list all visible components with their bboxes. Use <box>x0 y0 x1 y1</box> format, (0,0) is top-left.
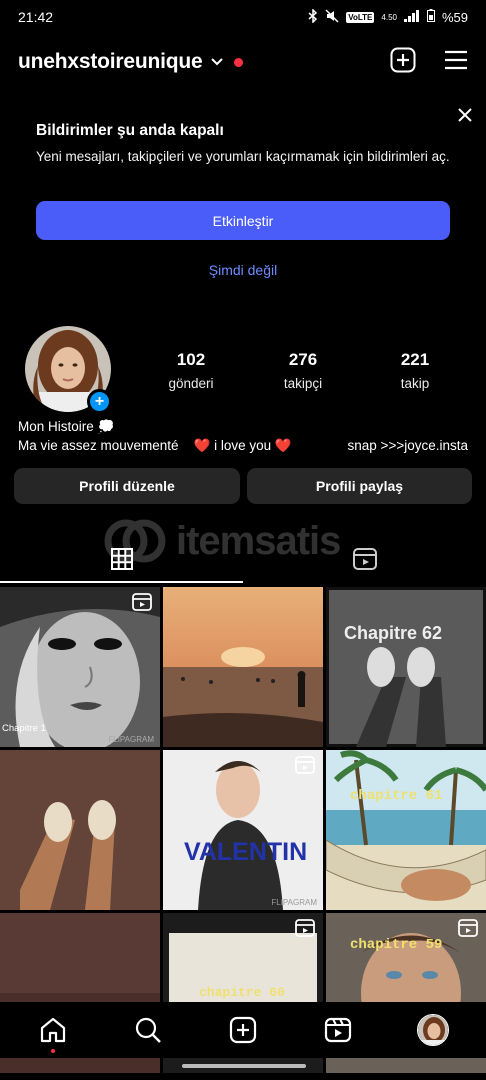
profile-avatar[interactable]: + <box>25 326 112 414</box>
post-caption: chapitre 59 <box>350 937 443 953</box>
posts-stat[interactable]: 102 gönderi <box>146 350 236 391</box>
post-caption: Chapitre 1 <box>2 723 46 734</box>
reel-icon <box>132 593 152 616</box>
nav-home[interactable] <box>33 1010 73 1053</box>
status-time: 21:42 <box>18 9 54 25</box>
grid-icon <box>110 548 133 570</box>
header-actions <box>390 47 468 78</box>
nav-reels[interactable] <box>318 1010 358 1050</box>
chevron-down-icon[interactable] <box>210 55 224 69</box>
home-activity-dot <box>51 1049 56 1053</box>
followers-count: 276 <box>288 350 318 369</box>
create-icon <box>229 1016 257 1044</box>
create-post-icon[interactable] <box>390 47 416 78</box>
bio-snap: snap >>>joyce.insta <box>347 438 468 453</box>
grid-post[interactable]: Chapitre 62 <box>326 587 486 747</box>
avatar <box>416 1014 449 1046</box>
enable-notifications-button[interactable]: Etkinleştir <box>36 201 450 240</box>
post-caption: Chapitre 62 <box>344 623 443 643</box>
tab-posts-grid[interactable] <box>0 535 243 583</box>
posts-count: 102 <box>176 350 206 369</box>
add-story-plus-icon[interactable]: + <box>87 389 112 414</box>
profile-display-name: Mon Histoire 💭 <box>18 419 115 434</box>
not-now-link[interactable]: Şimdi değil <box>0 262 486 278</box>
username-switcher[interactable]: unehxstoireunique <box>18 50 203 74</box>
followers-stat[interactable]: 276 takipçi <box>258 350 348 391</box>
banner-body: Yeni mesajları, takipçileri ve yorumları… <box>36 149 450 164</box>
following-stat[interactable]: 221 takip <box>370 350 460 391</box>
share-profile-button[interactable]: Profili paylaş <box>247 468 472 504</box>
reel-icon <box>295 756 315 779</box>
volte-badge: VoLTE <box>346 11 375 23</box>
followers-label: takipçi <box>283 376 323 391</box>
grid-post[interactable] <box>163 587 323 747</box>
bio-text: Ma vie assez mouvementé ❤️ i love you ❤️ <box>18 438 292 453</box>
menu-icon[interactable] <box>444 50 468 75</box>
mute-icon <box>325 8 339 26</box>
post-thumbnail <box>163 587 323 747</box>
network-speed: 4.50 <box>381 12 397 22</box>
tab-tagged[interactable] <box>243 535 486 583</box>
signal-icon <box>403 9 420 25</box>
nav-create[interactable] <box>223 1010 263 1050</box>
reel-icon <box>295 919 315 942</box>
bluetooth-icon <box>308 7 318 26</box>
post-footer: FLIPAGRAM <box>108 735 154 744</box>
grid-post[interactable]: Chapitre 1 FLIPAGRAM <box>0 587 160 747</box>
close-icon[interactable] <box>454 104 476 126</box>
reels-icon <box>324 1017 351 1043</box>
search-icon <box>136 1017 162 1043</box>
nav-profile[interactable] <box>413 1010 453 1050</box>
reel-icon <box>458 919 478 942</box>
status-bar: 21:42 VoLTE 4.50 %59 <box>0 0 486 34</box>
posts-label: gönderi <box>168 376 214 391</box>
grid-post[interactable]: VALENTIN FLIPAGRAM <box>163 750 323 910</box>
notification-dot <box>234 57 244 67</box>
battery-percent: %59 <box>441 9 468 25</box>
grid-post[interactable] <box>0 750 160 910</box>
active-tab-indicator <box>0 581 243 583</box>
post-caption: chapitre 61 <box>350 788 443 804</box>
following-label: takip <box>400 376 430 391</box>
status-icons: VoLTE 4.50 %59 <box>308 7 468 26</box>
system-home-indicator[interactable] <box>182 1064 306 1068</box>
post-thumbnail <box>326 750 486 910</box>
post-footer: FLIPAGRAM <box>271 898 317 907</box>
battery-icon <box>426 9 435 25</box>
bottom-navigation <box>0 1002 486 1058</box>
notifications-off-banner: Bildirimler şu anda kapalı Yeni mesajlar… <box>0 100 486 295</box>
following-count: 221 <box>400 350 430 369</box>
post-caption: chapitre 60 <box>199 985 285 1000</box>
edit-profile-button[interactable]: Profili düzenle <box>14 468 240 504</box>
grid-post[interactable]: chapitre 61 <box>326 750 486 910</box>
home-icon <box>41 1017 66 1043</box>
nav-search[interactable] <box>128 1010 168 1050</box>
reels-icon <box>352 548 377 570</box>
post-thumbnail <box>0 750 160 910</box>
banner-title: Bildirimler şu anda kapalı <box>36 122 224 139</box>
profile-header: unehxstoireunique <box>0 40 486 84</box>
profile-tabs <box>0 535 486 585</box>
post-thumbnail <box>326 587 486 747</box>
profile-bio: Ma vie assez mouvementé ❤️ i love you ❤️… <box>18 438 468 454</box>
post-caption: VALENTIN <box>184 838 308 866</box>
